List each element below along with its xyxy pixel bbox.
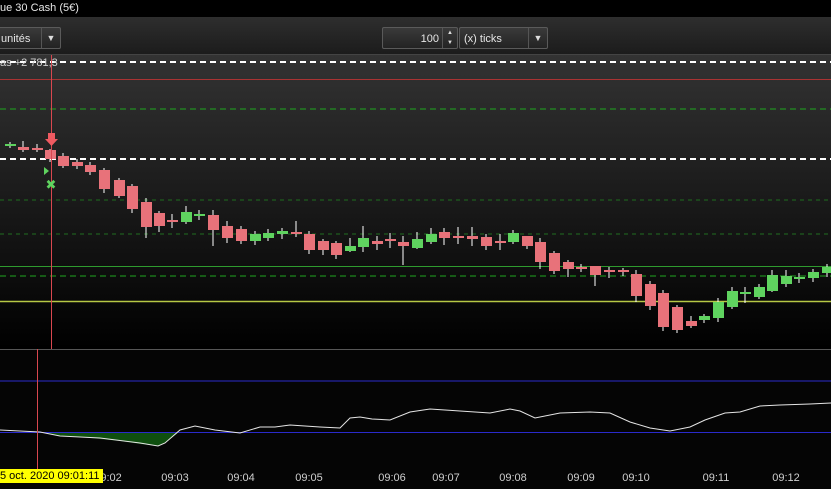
candle-body	[426, 234, 437, 242]
candle-body	[822, 267, 831, 273]
position-pnl-label: as +2 781,3	[0, 57, 58, 69]
candle-body	[508, 233, 519, 242]
time-axis-label: 09:05	[295, 472, 323, 484]
candle-body	[631, 274, 642, 296]
candle-body	[18, 147, 29, 150]
candle-body	[699, 316, 710, 320]
candle-body	[331, 243, 342, 255]
candle-body	[318, 241, 329, 250]
candle-body	[58, 156, 69, 166]
candle-body	[576, 267, 587, 269]
candle-body	[495, 241, 506, 243]
cursor-time-label: 5 oct. 2020 09:01:11	[0, 469, 103, 483]
time-axis-label: 09:06	[378, 472, 406, 484]
candle-body	[222, 226, 233, 238]
spin-arrows-icon[interactable]: ▲ ▼	[442, 28, 457, 48]
chart-toolbar: unités ▼ 100 ▲ ▼ (x) ticks ▼	[0, 17, 831, 55]
candle-body	[277, 231, 288, 234]
price-chart[interactable]: 09:02 09:03 09:04 09:05 09:06 09:07 09:08 09:09…	[0, 55, 831, 489]
time-axis-label: 09:11	[703, 472, 730, 484]
candle-body	[194, 214, 205, 216]
time-axis-label: 09:04	[227, 472, 255, 484]
candle-body	[385, 239, 396, 241]
quantity-value[interactable]: 100	[421, 33, 439, 45]
time-axis-label: 09:08	[499, 472, 527, 484]
candle-body	[358, 238, 369, 247]
candle-body	[645, 284, 656, 306]
candle-body	[5, 144, 16, 146]
candle-body	[85, 165, 96, 172]
candle-body	[263, 233, 274, 238]
candle-body	[808, 272, 819, 278]
candle-body	[141, 202, 152, 227]
time-axis-label: 09:10	[622, 472, 650, 484]
candle-body	[767, 275, 778, 291]
ticks-select-label: (x) ticks	[464, 33, 502, 45]
candle-body	[535, 242, 546, 262]
candle-body	[181, 212, 192, 222]
candle-body	[794, 277, 805, 279]
candle-body	[590, 266, 601, 275]
time-axis-label: 09:03	[161, 472, 189, 484]
candle-body	[713, 302, 724, 318]
candle-body	[781, 276, 792, 284]
cross-marker-icon: ✖	[46, 178, 57, 193]
candle-body	[154, 213, 165, 226]
candle-body	[372, 241, 383, 244]
candle-body	[167, 220, 178, 222]
candle-body	[114, 180, 125, 196]
ticks-select[interactable]: (x) ticks ▼	[459, 27, 548, 49]
candle-body	[127, 186, 138, 209]
candle-body	[99, 170, 110, 189]
candle-body	[618, 270, 629, 272]
candle-body	[604, 270, 615, 272]
candle-body	[72, 162, 83, 166]
candle-body	[398, 242, 409, 246]
candle-body	[250, 234, 261, 241]
candle-body	[740, 292, 751, 294]
chevron-down-icon[interactable]: ▼	[41, 28, 60, 48]
candle-body	[549, 253, 560, 271]
time-axis-label: 09:12	[772, 472, 800, 484]
time-axis-label: 09:09	[567, 472, 595, 484]
candle-body	[345, 246, 356, 251]
time-axis-label: 09:07	[432, 472, 460, 484]
candle-body	[439, 232, 450, 238]
candle-body	[658, 293, 669, 327]
candle-body	[208, 215, 219, 230]
candle-body	[32, 148, 43, 150]
candle-body	[291, 232, 302, 234]
candle-body	[467, 236, 478, 239]
candle-body	[754, 287, 765, 297]
candle-body	[45, 150, 56, 159]
units-select[interactable]: unités ▼	[0, 27, 61, 49]
candle-body	[563, 262, 574, 269]
chevron-down-icon[interactable]: ▼	[528, 28, 547, 48]
window-title: ue 30 Cash (5€)	[0, 0, 831, 17]
price-panel	[0, 55, 831, 349]
candle-body	[453, 236, 464, 238]
quantity-stepper[interactable]: 100 ▲ ▼	[382, 27, 458, 49]
candle-body	[672, 307, 683, 330]
candle-body	[727, 291, 738, 307]
candle-body	[686, 321, 697, 326]
candle-body	[522, 236, 533, 246]
candle-body	[304, 234, 315, 250]
candle-body	[481, 237, 492, 246]
units-select-label: unités	[1, 33, 31, 45]
candle-body	[236, 229, 247, 241]
candle-body	[412, 239, 423, 248]
